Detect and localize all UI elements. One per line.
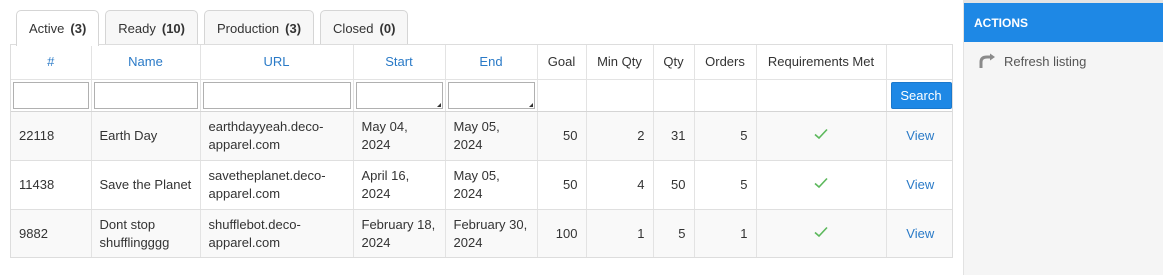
col-header-end[interactable]: End xyxy=(445,45,538,80)
filter-start-select-wrap xyxy=(355,81,443,109)
filter-end-select[interactable] xyxy=(447,81,535,109)
table-row: 11438 Save the Planet savetheplanet.deco… xyxy=(11,160,952,210)
filter-cell-search: Search xyxy=(886,79,952,112)
cell-action: View xyxy=(886,111,952,161)
filter-name-input[interactable] xyxy=(93,81,198,109)
filter-url-input[interactable] xyxy=(202,81,351,109)
filter-cell-empty xyxy=(537,79,587,112)
cell-goal: 100 xyxy=(537,209,587,257)
col-header-goal: Goal xyxy=(537,45,587,80)
table-row: 9882 Dont stop shufflingggg shufflebot.d… xyxy=(11,209,952,257)
filter-row: Search xyxy=(11,79,952,112)
col-header-name[interactable]: Name xyxy=(91,45,201,80)
sort-link-name[interactable]: Name xyxy=(128,54,163,69)
filter-cell-empty xyxy=(694,79,757,112)
cell-start: February 18, 2024 xyxy=(353,209,446,257)
check-icon xyxy=(814,177,828,188)
cell-min-qty: 4 xyxy=(586,160,654,210)
filter-cell-url xyxy=(200,79,354,112)
cell-orders: 5 xyxy=(694,111,757,161)
filter-num-input[interactable] xyxy=(13,81,89,109)
cell-requirements-met xyxy=(756,209,887,257)
sort-link-num[interactable]: # xyxy=(47,54,54,69)
cell-url: earthdayyeah.deco-apparel.com xyxy=(200,111,354,161)
actions-panel-title: ACTIONS xyxy=(964,3,1163,42)
filter-cell-name xyxy=(91,79,201,112)
tab-count: (3) xyxy=(285,20,302,36)
cell-name: Dont stop shufflingggg xyxy=(91,209,201,257)
actions-panel: ACTIONS Refresh listing xyxy=(963,3,1163,275)
col-header-url[interactable]: URL xyxy=(200,45,354,80)
filter-start-select[interactable] xyxy=(355,81,443,109)
campaigns-table: # Name URL Start End Goal Min Qty Qty Or… xyxy=(10,44,953,258)
sort-link-start[interactable]: Start xyxy=(385,54,412,69)
refresh-listing-label: Refresh listing xyxy=(1004,53,1087,69)
tab-active[interactable]: Active (3) xyxy=(16,10,100,46)
tab-production[interactable]: Production (3) xyxy=(204,10,315,45)
col-header-actions xyxy=(886,45,952,80)
cell-requirements-met xyxy=(756,111,887,161)
view-link[interactable]: View xyxy=(906,177,934,192)
filter-cell-empty xyxy=(756,79,887,112)
col-header-qty: Qty xyxy=(653,45,695,80)
cell-min-qty: 2 xyxy=(586,111,654,161)
cell-url: savetheplanet.deco-apparel.com xyxy=(200,160,354,210)
filter-cell-end xyxy=(445,79,538,112)
cell-url: shufflebot.deco-apparel.com xyxy=(200,209,354,257)
cell-orders: 1 xyxy=(694,209,757,257)
tab-ready[interactable]: Ready (10) xyxy=(105,10,198,45)
cell-num: 9882 xyxy=(11,209,92,257)
check-icon xyxy=(814,128,828,139)
cell-num: 22118 xyxy=(11,111,92,161)
tab-count: (10) xyxy=(161,20,185,36)
view-link[interactable]: View xyxy=(906,226,934,241)
cell-end: February 30, 2024 xyxy=(445,209,538,257)
cell-num: 11438 xyxy=(11,160,92,210)
sort-link-url[interactable]: URL xyxy=(263,54,289,69)
refresh-listing-action[interactable]: Refresh listing xyxy=(978,53,1086,69)
cell-start: April 16, 2024 xyxy=(353,160,446,210)
cell-orders: 5 xyxy=(694,160,757,210)
filter-end-select-wrap xyxy=(447,81,535,109)
header-row: # Name URL Start End Goal Min Qty Qty Or… xyxy=(11,45,952,80)
refresh-icon xyxy=(979,53,995,68)
cell-goal: 50 xyxy=(537,111,587,161)
cell-name: Save the Planet xyxy=(91,160,201,210)
tab-label: Active xyxy=(29,21,65,36)
cell-action: View xyxy=(886,160,952,210)
col-header-num[interactable]: # xyxy=(11,45,92,80)
cell-end: May 05, 2024 xyxy=(445,160,538,210)
cell-end: May 05, 2024 xyxy=(445,111,538,161)
filter-cell-empty xyxy=(586,79,654,112)
cell-qty: 5 xyxy=(653,209,695,257)
tab-label: Production xyxy=(217,20,280,36)
tab-closed[interactable]: Closed (0) xyxy=(320,10,409,45)
col-header-requirements-met: Requirements Met xyxy=(756,45,887,80)
check-icon xyxy=(814,226,828,237)
tab-label: Ready xyxy=(118,20,156,36)
view-link[interactable]: View xyxy=(906,128,934,143)
col-header-min-qty: Min Qty xyxy=(586,45,654,80)
tab-count: (3) xyxy=(70,21,87,36)
cell-goal: 50 xyxy=(537,160,587,210)
cell-requirements-met xyxy=(756,160,887,210)
col-header-orders: Orders xyxy=(694,45,757,80)
status-tabs: Active (3) Ready (10) Production (3) Clo… xyxy=(16,10,414,46)
filter-cell-num xyxy=(11,79,92,112)
tab-count: (0) xyxy=(379,20,396,36)
cell-qty: 50 xyxy=(653,160,695,210)
sort-link-end[interactable]: End xyxy=(479,54,502,69)
filter-cell-empty xyxy=(653,79,695,112)
cell-min-qty: 1 xyxy=(586,209,654,257)
cell-qty: 31 xyxy=(653,111,695,161)
main-content: Active (3) Ready (10) Production (3) Clo… xyxy=(0,0,963,275)
cell-start: May 04, 2024 xyxy=(353,111,446,161)
search-button[interactable]: Search xyxy=(890,81,952,109)
filter-cell-start xyxy=(353,79,446,112)
table-row: 22118 Earth Day earthdayyeah.deco-appare… xyxy=(11,111,952,161)
col-header-start[interactable]: Start xyxy=(353,45,446,80)
cell-action: View xyxy=(886,209,952,257)
tab-label: Closed xyxy=(333,20,374,36)
cell-name: Earth Day xyxy=(91,111,201,161)
